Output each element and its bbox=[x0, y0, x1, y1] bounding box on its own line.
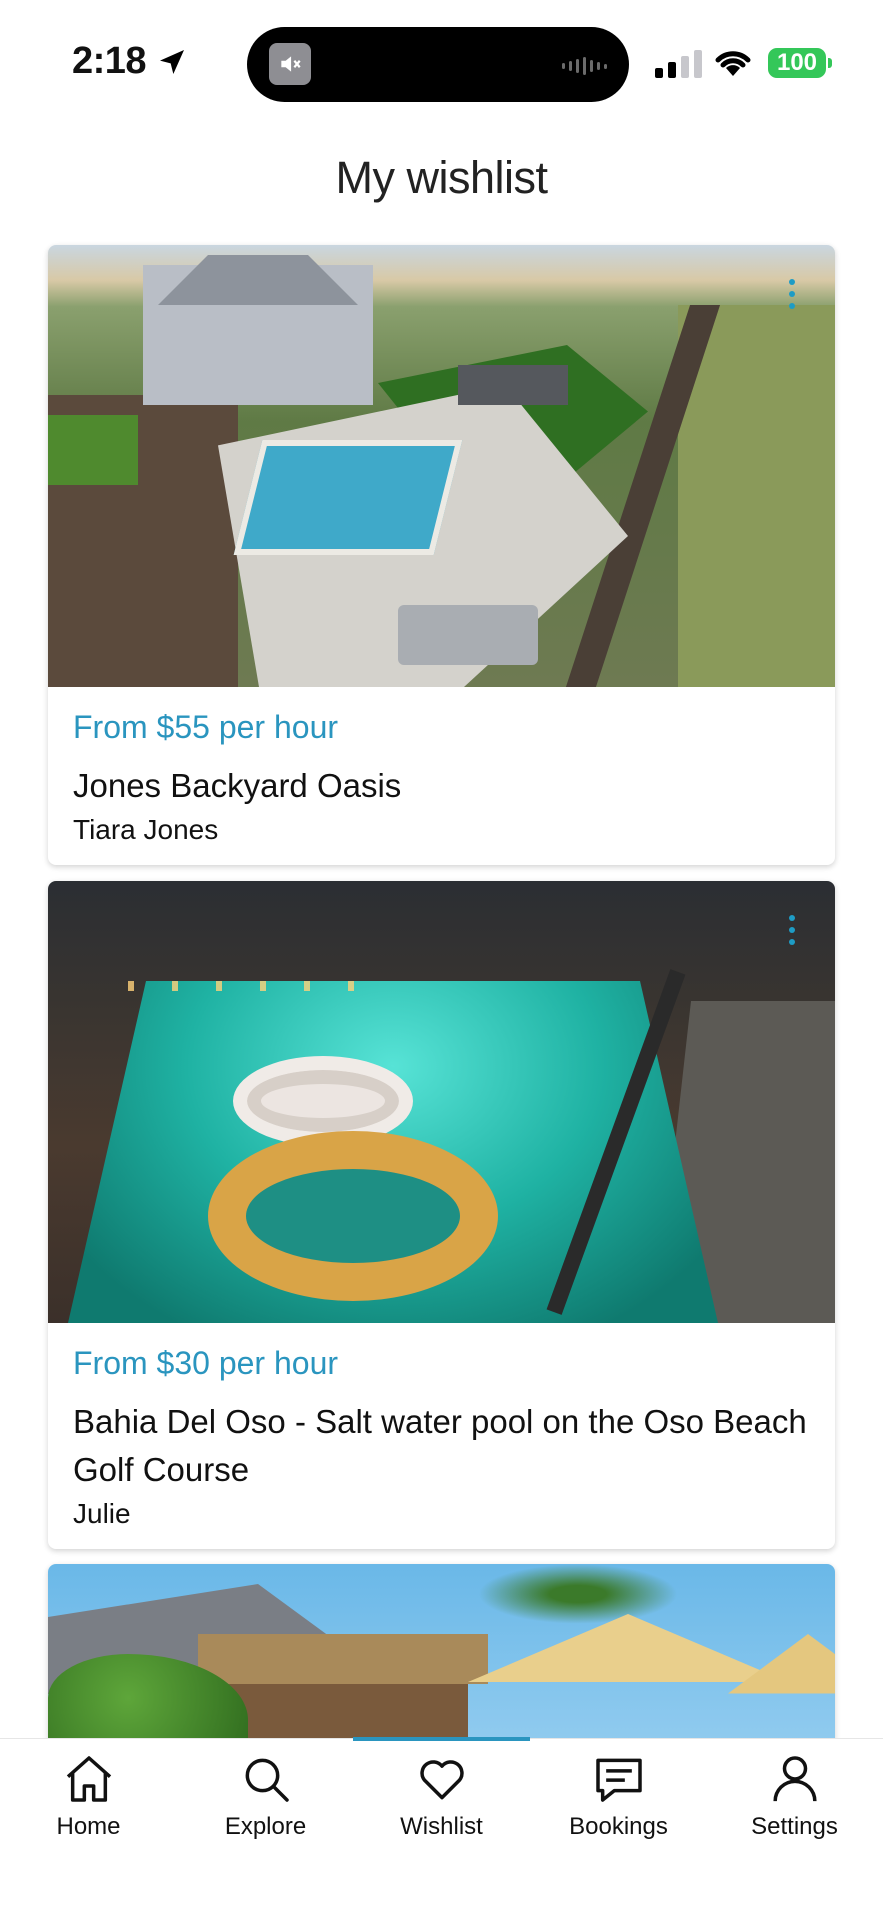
heart-icon bbox=[419, 1760, 464, 1800]
tab-bar: Home Explore Wishlist Bookings Settings bbox=[0, 1737, 883, 1920]
chat-icon bbox=[595, 1758, 642, 1802]
dynamic-island bbox=[247, 27, 629, 102]
listing-host: Julie bbox=[73, 1498, 131, 1529]
tab-settings[interactable]: Settings bbox=[706, 1751, 883, 1841]
tab-home[interactable]: Home bbox=[0, 1751, 177, 1841]
wifi-icon bbox=[715, 51, 751, 76]
more-options-icon[interactable] bbox=[789, 279, 795, 309]
page-title: My wishlist bbox=[335, 152, 548, 203]
listing-price: From $30 per hour bbox=[73, 1345, 339, 1381]
battery-level: 100 bbox=[776, 49, 818, 76]
cellular-signal-icon bbox=[655, 48, 702, 78]
wishlist-card[interactable]: From $30 per hour Bahia Del Oso - Salt w… bbox=[48, 881, 835, 1549]
listing-name: Bahia Del Oso - Salt water pool on the O… bbox=[73, 1403, 807, 1488]
tab-label: Settings bbox=[751, 1813, 838, 1840]
home-icon bbox=[66, 1756, 111, 1802]
tab-label: Bookings bbox=[569, 1813, 668, 1840]
search-icon bbox=[245, 1758, 289, 1802]
listing-price: From $55 per hour bbox=[73, 709, 339, 745]
person-icon bbox=[772, 1756, 817, 1802]
tab-label: Home bbox=[56, 1813, 121, 1840]
tab-explore[interactable]: Explore bbox=[177, 1751, 354, 1841]
battery-icon: 100 bbox=[768, 48, 832, 78]
wishlist-card[interactable]: From $55 per hour Jones Backyard Oasis T… bbox=[48, 245, 835, 865]
status-time: 2:18 bbox=[72, 40, 188, 83]
wishlist-card[interactable] bbox=[48, 1564, 835, 1764]
tab-wishlist[interactable]: Wishlist bbox=[353, 1751, 530, 1841]
tab-bookings[interactable]: Bookings bbox=[530, 1751, 707, 1841]
listing-photo[interactable] bbox=[48, 1564, 835, 1764]
active-tab-indicator bbox=[353, 1737, 530, 1741]
listing-host: Tiara Jones bbox=[73, 814, 219, 845]
time-text: 2:18 bbox=[72, 40, 147, 82]
speaker-mute-icon bbox=[269, 43, 311, 85]
location-arrow-icon bbox=[160, 49, 185, 74]
tab-label: Explore bbox=[224, 1813, 307, 1840]
listing-photo[interactable] bbox=[48, 245, 835, 687]
audio-wave-icon bbox=[562, 57, 607, 75]
status-bar: 2:18 100 bbox=[0, 0, 883, 120]
listing-name: Jones Backyard Oasis bbox=[73, 767, 402, 804]
listing-photo[interactable] bbox=[48, 881, 835, 1323]
more-options-icon[interactable] bbox=[789, 915, 795, 945]
tab-label: Wishlist bbox=[400, 1813, 483, 1840]
